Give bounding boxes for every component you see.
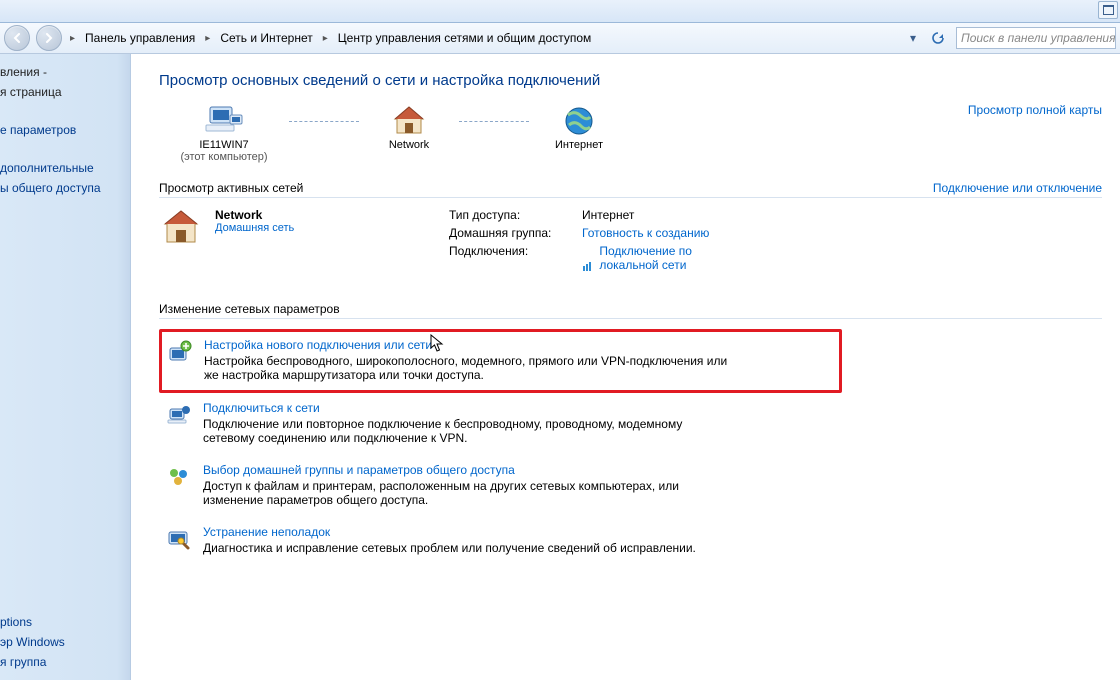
breadcrumb-item[interactable]: Панель управления (83, 31, 197, 45)
task-item: Выбор домашней группы и параметров общег… (159, 455, 1102, 517)
task-connect-link[interactable]: Подключиться к сети (203, 401, 320, 415)
breadcrumb-item[interactable]: Сеть и Интернет (218, 31, 314, 45)
search-placeholder: Поиск в панели управления (961, 31, 1116, 45)
sidebar-item[interactable]: е параметров (0, 120, 130, 140)
sidebar-item[interactable]: эр Windows (0, 632, 130, 652)
task-new-connection-link[interactable]: Настройка нового подключения или сети (204, 338, 432, 352)
connect-disconnect-link[interactable]: Подключение или отключение (933, 181, 1102, 195)
chevron-right-icon: ▸ (203, 33, 212, 44)
network-map: IE11WIN7 (этот компьютер) Network (159, 103, 1102, 163)
task-description: Настройка беспроводного, широкополосного… (204, 354, 734, 382)
sidebar-item[interactable]: дополнительные (0, 158, 130, 178)
chevron-right-icon: ▸ (321, 33, 330, 44)
task-description: Диагностика и исправление сетевых пробле… (203, 541, 733, 555)
chevron-right-icon: ▸ (68, 33, 77, 44)
window-titlebar (0, 0, 1120, 23)
lan-icon (582, 260, 594, 272)
network-type-link[interactable]: Домашняя сеть (215, 222, 294, 234)
sidebar-item[interactable]: вления - (0, 62, 130, 82)
homegroup-icon (167, 463, 191, 507)
highlight-box: Настройка нового подключения или сети На… (159, 329, 842, 393)
section-header-active-networks: Просмотр активных сетей Подключение или … (159, 181, 1102, 198)
breadcrumb-item[interactable]: Центр управления сетями и общим доступом (336, 31, 594, 45)
section-label: Просмотр активных сетей (159, 181, 303, 195)
new-connection-icon (168, 338, 192, 382)
section-header-change-settings: Изменение сетевых параметров (159, 302, 1102, 319)
task-item: Устранение неполадок Диагностика и испра… (159, 517, 1102, 565)
address-dropdown[interactable]: ▾ (906, 31, 920, 45)
network-details-table: Тип доступа: Интернет Домашняя группа: Г… (449, 208, 749, 272)
detail-label: Тип доступа: (449, 208, 574, 222)
connection-link[interactable]: Подключение по локальной сети (599, 244, 749, 272)
sidebar: вления - я страница е параметров дополни… (0, 54, 131, 680)
sidebar-item[interactable]: ptions (0, 612, 130, 632)
view-full-map-link[interactable]: Просмотр полной карты (968, 103, 1102, 117)
house-icon (359, 103, 459, 139)
map-node-internet: Интернет (529, 103, 629, 151)
map-connection-line (289, 121, 359, 122)
map-node-label: IE11WIN7 (159, 139, 289, 151)
task-item: Подключиться к сети Подключение или повт… (159, 393, 1102, 455)
refresh-button[interactable] (926, 26, 950, 50)
homegroup-link[interactable]: Готовность к созданию (582, 226, 709, 240)
globe-icon (529, 103, 629, 139)
sidebar-item[interactable]: ы общего доступа (0, 178, 130, 198)
page-title: Просмотр основных сведений о сети и наст… (159, 72, 1102, 89)
map-node-network: Network (359, 103, 459, 151)
task-description: Доступ к файлам и принтерам, расположенн… (203, 479, 733, 507)
task-troubleshoot-link[interactable]: Устранение неполадок (203, 525, 330, 539)
map-node-label: Network (359, 139, 459, 151)
troubleshoot-icon (167, 525, 191, 555)
main-content: Просмотр основных сведений о сети и наст… (131, 54, 1120, 680)
map-node-this-pc: IE11WIN7 (этот компьютер) (159, 103, 289, 163)
sidebar-item[interactable]: я группа (0, 652, 130, 672)
search-input[interactable]: Поиск в панели управления (956, 27, 1116, 49)
task-description: Подключение или повторное подключение к … (203, 417, 733, 445)
computer-icon (159, 103, 289, 139)
detail-label: Подключения: (449, 244, 574, 272)
map-connection-line (459, 121, 529, 122)
sidebar-item[interactable]: я страница (0, 82, 130, 102)
nav-back-button[interactable] (4, 25, 30, 51)
connect-network-icon (167, 401, 191, 445)
nav-forward-button[interactable] (36, 25, 62, 51)
home-network-icon (159, 208, 203, 249)
detail-label: Домашняя группа: (449, 226, 574, 240)
map-node-sublabel: (этот компьютер) (159, 151, 289, 163)
detail-value: Интернет (582, 208, 749, 222)
toolbar: ▸ Панель управления ▸ Сеть и Интернет ▸ … (0, 23, 1120, 54)
task-homegroup-link[interactable]: Выбор домашней группы и параметров общег… (203, 463, 515, 477)
maximize-button[interactable] (1098, 1, 1118, 19)
map-node-label: Интернет (529, 139, 629, 151)
network-name: Network (215, 208, 294, 222)
